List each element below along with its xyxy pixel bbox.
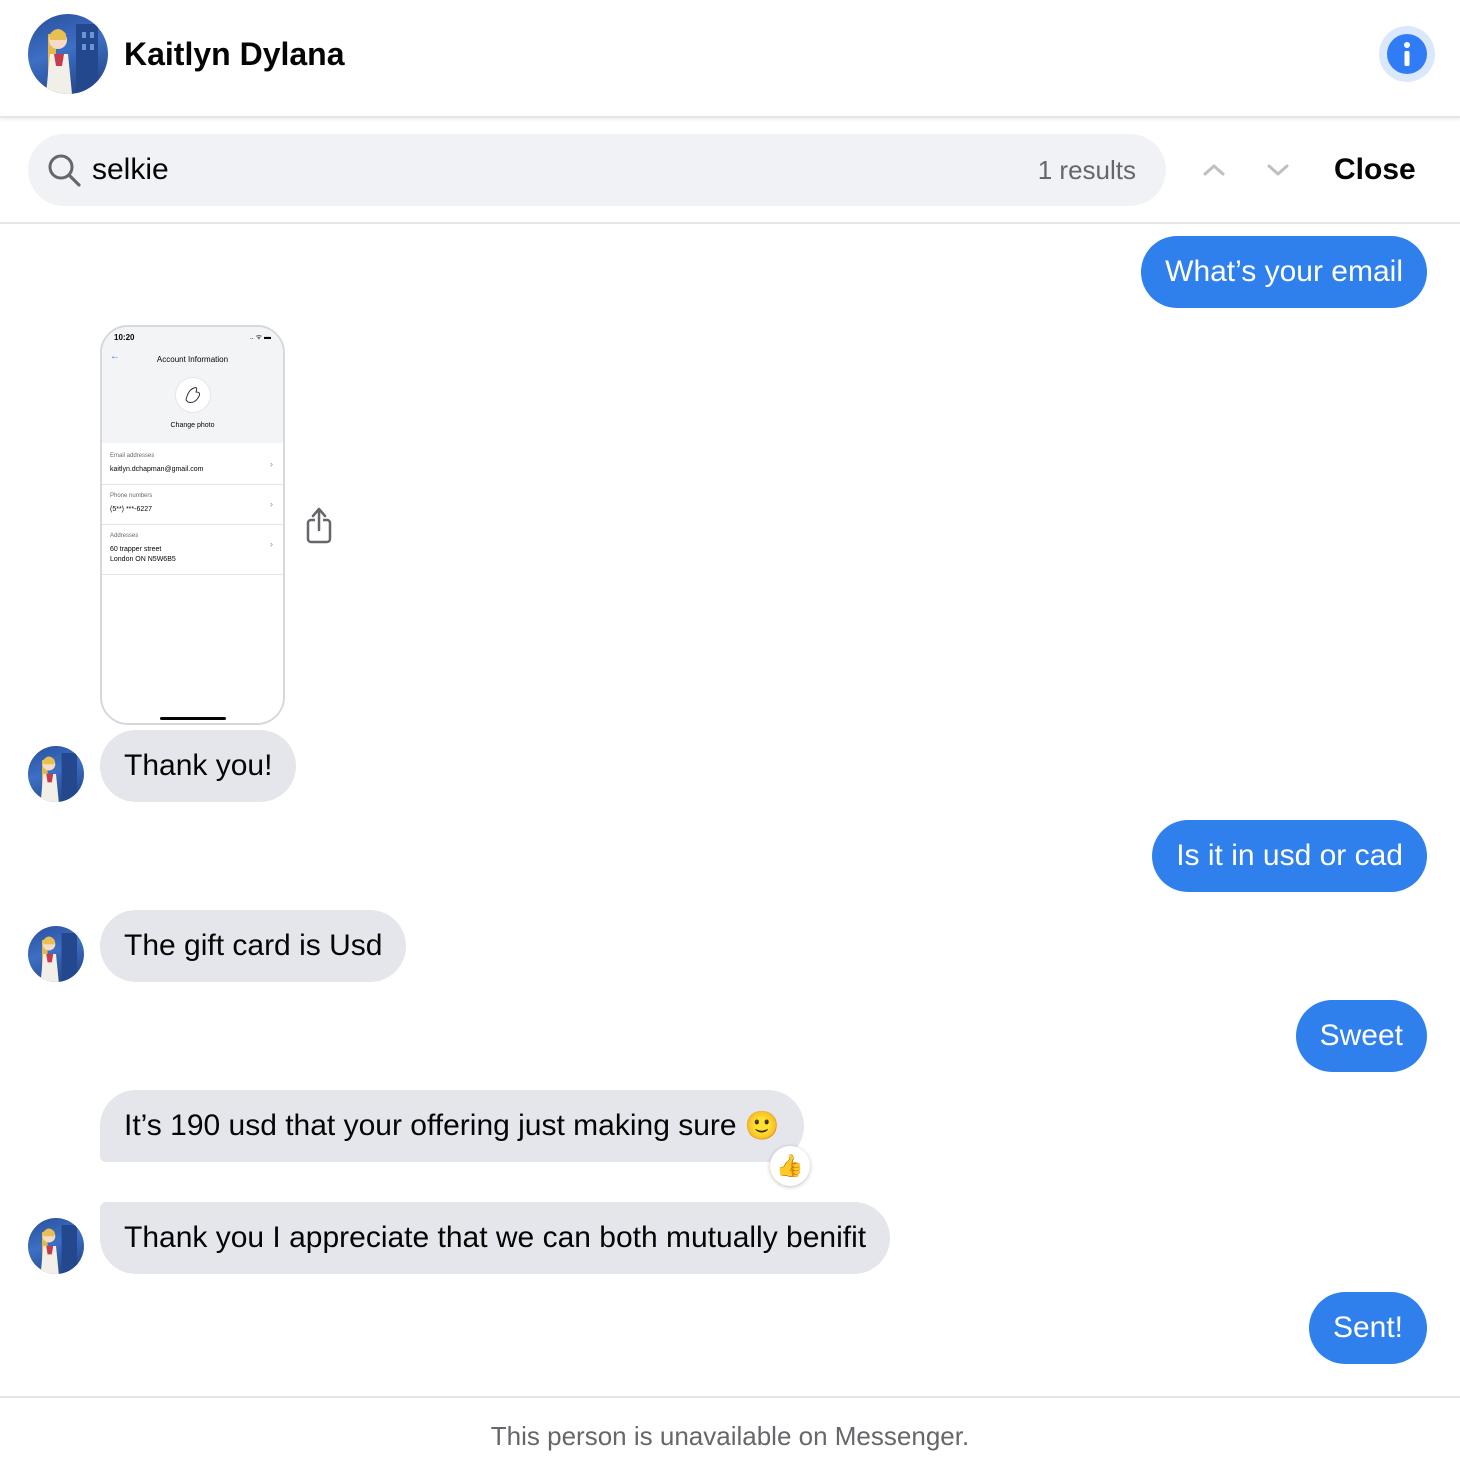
row-label: Addresses (110, 533, 139, 539)
sender-avatar[interactable] (28, 1218, 84, 1274)
outgoing-message[interactable]: What’s your email (1141, 236, 1427, 308)
chevron-right-icon: › (270, 499, 273, 509)
attachment-status-time: 10:20 (114, 333, 135, 342)
attachment-row-email: Email addresses kaitlyn.dchapman@gmail.c… (102, 445, 283, 485)
search-result-count: 1 results (1037, 155, 1136, 185)
info-button[interactable] (1379, 26, 1435, 82)
incoming-message[interactable]: It’s 190 usd that your offering just mak… (100, 1090, 804, 1162)
bird-icon (185, 387, 201, 403)
unavailable-notice: This person is unavailable on Messenger. (490, 1421, 970, 1451)
row-value: 60 trapper street London ON N5W6B5 (110, 546, 176, 563)
profile-avatar-icon (40, 753, 77, 802)
search-field[interactable]: 1 results (28, 134, 1166, 206)
message-text: It’s 190 usd that your offering just mak… (124, 1109, 737, 1142)
profile-avatar-icon (46, 24, 98, 94)
attachment-row-address: Addresses 60 trapper street London ON N5… (102, 525, 283, 575)
chevron-right-icon: › (270, 459, 273, 469)
smile-emoji-icon: 🙂 (744, 1110, 780, 1141)
sender-avatar[interactable] (28, 746, 84, 802)
row-label: Email addresses (110, 453, 155, 459)
conversation-header: Kaitlyn Dylana (0, 0, 1460, 118)
chevron-right-icon: › (270, 539, 273, 549)
info-icon (1404, 42, 1410, 66)
row-label: Phone numbers (110, 493, 153, 499)
outgoing-message[interactable]: Sweet (1295, 1000, 1427, 1072)
sender-avatar[interactable] (28, 926, 84, 982)
incoming-message[interactable]: The gift card is Usd (100, 910, 407, 982)
attachment-profile-photo (175, 377, 211, 413)
outgoing-message[interactable]: Is it in usd or cad (1152, 820, 1427, 892)
profile-avatar-icon (40, 933, 77, 982)
row-value: (5**) ***-6227 (110, 506, 153, 513)
attachment-change-photo: Change photo (170, 422, 215, 429)
attachment-row-phone: Phone numbers (5**) ***-6227 › (102, 485, 283, 525)
incoming-message[interactable]: Thank you! (100, 730, 297, 802)
attachment-screen-title: Account Information (156, 355, 229, 364)
attachment-status-icons: .. ᯤ ▬ (249, 334, 271, 341)
profile-avatar-icon (40, 1225, 77, 1274)
outgoing-message[interactable]: Sent! (1308, 1292, 1427, 1364)
home-indicator (160, 717, 226, 720)
row-value: kaitlyn.dchapman@gmail.com (110, 466, 204, 473)
incoming-message[interactable]: Thank you I appreciate that we can both … (100, 1202, 891, 1274)
search-input[interactable] (92, 148, 892, 192)
search-bar: 1 results Close (0, 118, 1460, 224)
search-icon (48, 154, 81, 187)
share-icon[interactable] (305, 506, 333, 544)
next-result-chevron-down-icon[interactable] (1264, 156, 1292, 184)
contact-avatar[interactable] (28, 14, 108, 94)
thumbs-up-reaction-icon[interactable]: 👍 (770, 1146, 810, 1186)
image-attachment[interactable]: 10:20 .. ᯤ ▬ ← Account Information Chang… (100, 325, 285, 725)
contact-name: Kaitlyn Dylana (124, 36, 345, 72)
close-search-button[interactable]: Close (1334, 150, 1416, 190)
previous-result-chevron-up-icon[interactable] (1200, 156, 1228, 184)
composer-footer: This person is unavailable on Messenger. (0, 1396, 1460, 1466)
